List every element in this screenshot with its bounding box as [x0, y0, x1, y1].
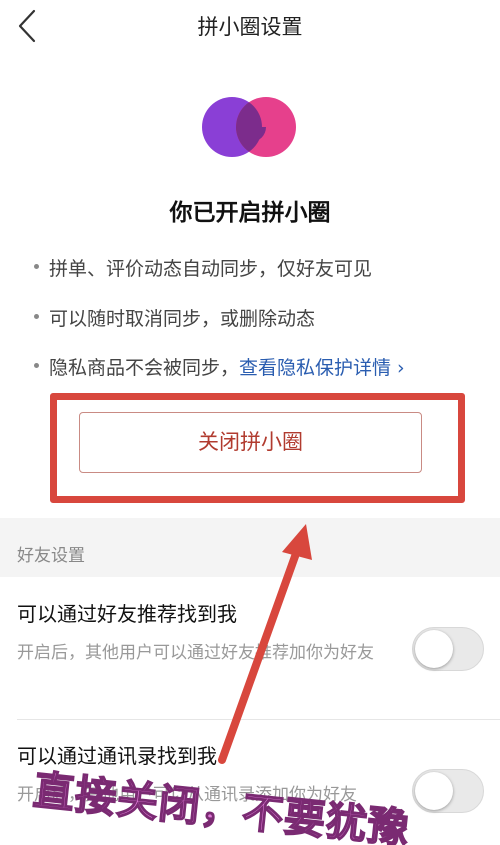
pinxiaoquan-logo-icon: [202, 97, 296, 157]
bullet-item: 隐私商品不会被同步，查看隐私保护详情 ›: [34, 353, 405, 380]
close-pinxiaoquan-button[interactable]: 关闭拼小圈: [79, 412, 422, 473]
privacy-details-link[interactable]: 查看隐私保护详情 ›: [239, 357, 405, 379]
bullet-item: 拼单、评价动态自动同步，仅好友可见: [34, 254, 372, 281]
contacts-toggle[interactable]: [412, 769, 484, 813]
friend-recommend-toggle[interactable]: [412, 627, 484, 671]
bullet-item: 可以随时取消同步，或删除动态: [34, 304, 315, 331]
toggle-knob: [415, 772, 453, 810]
section-label-friend-settings: 好友设置: [17, 546, 85, 566]
nav-bar: 拼小圈设置: [0, 0, 500, 52]
toggle-knob: [415, 630, 453, 668]
setting-desc-friend-recommend: 开启后，其他用户可以通过好友推荐加你为好友: [17, 643, 374, 663]
intro-headline: 你已开启拼小圈: [169, 200, 331, 226]
annotation-text: 直接关闭，不要犹豫: [30, 765, 413, 845]
divider: [17, 719, 500, 720]
setting-title-friend-recommend: 可以通过好友推荐找到我: [17, 602, 237, 626]
page-title: 拼小圈设置: [197, 15, 303, 39]
